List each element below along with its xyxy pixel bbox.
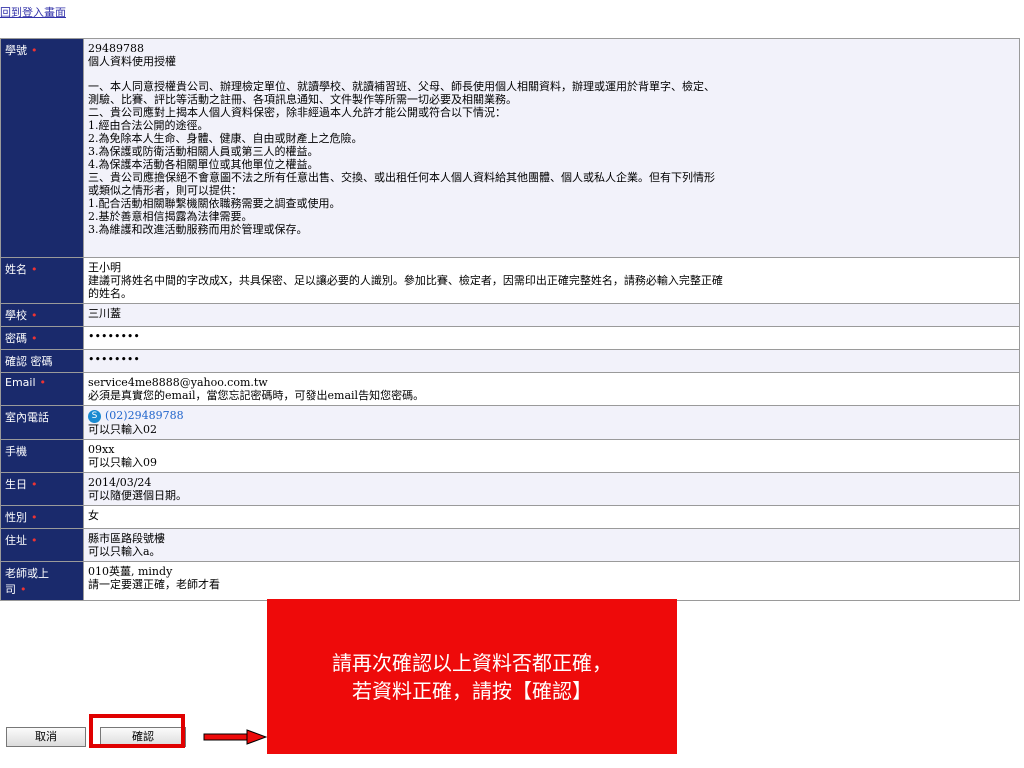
required-mark: • (31, 510, 38, 524)
consent-line: 一、本人同意授權貴公司、辦理檢定單位、就讀學校、就讀補習班、父母、師長使用個人相… (88, 80, 715, 93)
notice-line-1: 請再次確認以上資料否都正確， (332, 651, 612, 675)
row-student-id: 學號 • 29489788 個人資料使用授權 一、本人同意授權貴公司、辦理檢定單位… (0, 38, 1020, 258)
mobile-value: 09xx (88, 442, 115, 456)
label-gender: 性別 • (0, 504, 84, 529)
mobile-cell: 09xx 可以只輸入09 (83, 438, 1020, 473)
required-mark: • (39, 376, 47, 389)
label-mobile: 手機 (0, 438, 84, 473)
email-value: service4me8888@yahoo.com.tw (88, 376, 268, 389)
teacher-value: 010英薑, mindy (88, 564, 173, 578)
confirm-highlight-box (89, 714, 185, 748)
row-email: Email • service4me8888@yahoo.com.tw 必須是真實… (0, 372, 1020, 406)
row-birthday: 生日 • 2014/03/24 可以隨便選個日期。 (0, 471, 1020, 506)
school-value: 三川蓋 (83, 303, 1020, 327)
consent-line: 2.為免除本人生命、身體、健康、自由或財產上之危險。 (88, 132, 363, 145)
row-password: 密碼 • •••••••• (0, 326, 1020, 350)
required-mark: • (31, 332, 38, 345)
student-id-value: 29489788 (88, 42, 144, 55)
student-id-cell: 29489788 個人資料使用授權 一、本人同意授權貴公司、辦理檢定單位、就讀學… (83, 38, 1020, 258)
name-note: 建議可將姓名中間的字改成X，共具保密、足以讓必要的人識別。參加比賽、檢定者，因需… (88, 274, 723, 287)
consent-line: 測驗、比賽、評比等活動之註冊、各項訊息通知、文件製作等所需一切必要及相關業務。 (88, 93, 517, 106)
row-password-confirm: 確認 密碼 •••••••• (0, 349, 1020, 373)
required-mark: • (31, 477, 38, 491)
label-address: 住址 • (0, 527, 84, 562)
notice-line-2: 若資料正確，請按【確認】 (352, 679, 592, 703)
gender-value: 女 (83, 504, 1020, 529)
row-name: 姓名 • 王小明 建議可將姓名中間的字改成X，共具保密、足以讓必要的人識別。參加比… (0, 257, 1020, 304)
address-note: 可以只輸入a。 (88, 544, 161, 558)
birthday-value: 2014/03/24 (88, 475, 152, 489)
row-gender: 性別 • 女 (0, 504, 1020, 529)
consent-line: 或類似之情形者，則可以提供： (88, 184, 242, 197)
consent-line: 1.配合活動相關聯繫機關依職務需要之調查或使用。 (88, 197, 341, 210)
skype-icon[interactable]: S (88, 409, 101, 423)
label-birthday: 生日 • (0, 471, 84, 506)
email-note: 必須是真實您的email，當您忘記密碼時，可發出email告知您密碼。 (88, 389, 425, 402)
name-value: 王小明 (88, 261, 121, 274)
row-teacher: 老師或上司 • 010英薑, mindy 請一定要選正確，老師才看 (0, 560, 1020, 601)
label-password: 密碼 • (0, 326, 84, 350)
label-student-id: 學號 • (0, 38, 84, 258)
consent-line: 3.為保護或防衛活動相關人員或第三人的權益。 (88, 145, 319, 158)
teacher-note: 請一定要選正確，老師才看 (88, 577, 220, 591)
required-mark: • (31, 309, 38, 322)
consent-line: 3.為維護和改進活動服務而用於管理或保存。 (88, 223, 308, 236)
label-password-confirm: 確認 密碼 (0, 349, 84, 373)
required-mark: • (31, 44, 38, 57)
required-mark: • (31, 533, 38, 547)
arrow-right-icon (203, 729, 267, 745)
row-school: 學校 • 三川蓋 (0, 303, 1020, 327)
birthday-cell: 2014/03/24 可以隨便選個日期。 (83, 471, 1020, 506)
back-to-login-link[interactable]: 回到登入畫面 (0, 4, 66, 20)
label-home-phone: 室內電話 (0, 405, 84, 440)
row-address: 住址 • 縣市區路段號樓 可以只輸入a。 (0, 527, 1020, 562)
consent-title: 個人資料使用授權 (88, 55, 176, 68)
consent-line: 2.基於善意相信揭露為法律需要。 (88, 210, 253, 223)
home-phone-value[interactable]: (02)29489788 (105, 409, 184, 422)
consent-line: 4.為保護本活動各相關單位或其他單位之權益。 (88, 158, 319, 171)
consent-line: 1.經由合法公開的途徑。 (88, 119, 209, 132)
confirmation-notice: 請再次確認以上資料否都正確， 若資料正確，請按【確認】 (267, 599, 677, 754)
label-email: Email • (0, 372, 84, 406)
address-value: 縣市區路段號樓 (88, 531, 165, 545)
teacher-cell: 010英薑, mindy 請一定要選正確，老師才看 (83, 560, 1020, 601)
required-mark: • (31, 263, 38, 276)
address-cell: 縣市區路段號樓 可以只輸入a。 (83, 527, 1020, 562)
password-confirm-value: •••••••• (83, 349, 1020, 373)
name-cell: 王小明 建議可將姓名中間的字改成X，共具保密、足以讓必要的人識別。參加比賽、檢定… (83, 257, 1020, 304)
consent-line: 三、貴公司應擔保絕不會意圖不法之所有任意出售、交換、或出租任何本人個人資料給其他… (88, 171, 715, 184)
birthday-note: 可以隨便選個日期。 (88, 488, 187, 502)
registration-form-table: 學號 • 29489788 個人資料使用授權 一、本人同意授權貴公司、辦理檢定單位… (0, 38, 1020, 601)
mobile-note: 可以只輸入09 (88, 455, 157, 469)
required-mark: • (20, 582, 27, 596)
home-phone-note: 可以只輸入02 (88, 422, 157, 436)
email-cell: service4me8888@yahoo.com.tw 必須是真實您的email… (83, 372, 1020, 406)
home-phone-cell: S (02)29489788 可以只輸入02 (83, 405, 1020, 440)
label-school: 學校 • (0, 303, 84, 327)
label-name: 姓名 • (0, 257, 84, 304)
label-teacher: 老師或上司 • (0, 560, 84, 601)
name-note-cont: 的姓名。 (88, 287, 132, 300)
password-value: •••••••• (83, 326, 1020, 350)
row-mobile: 手機 09xx 可以只輸入09 (0, 438, 1020, 473)
cancel-button[interactable]: 取消 (6, 727, 86, 747)
row-home-phone: 室內電話 S (02)29489788 可以只輸入02 (0, 405, 1020, 440)
consent-line: 二、貴公司應對上揭本人個人資料保密，除非經過本人允許才能公開或符合以下情況： (88, 106, 506, 119)
